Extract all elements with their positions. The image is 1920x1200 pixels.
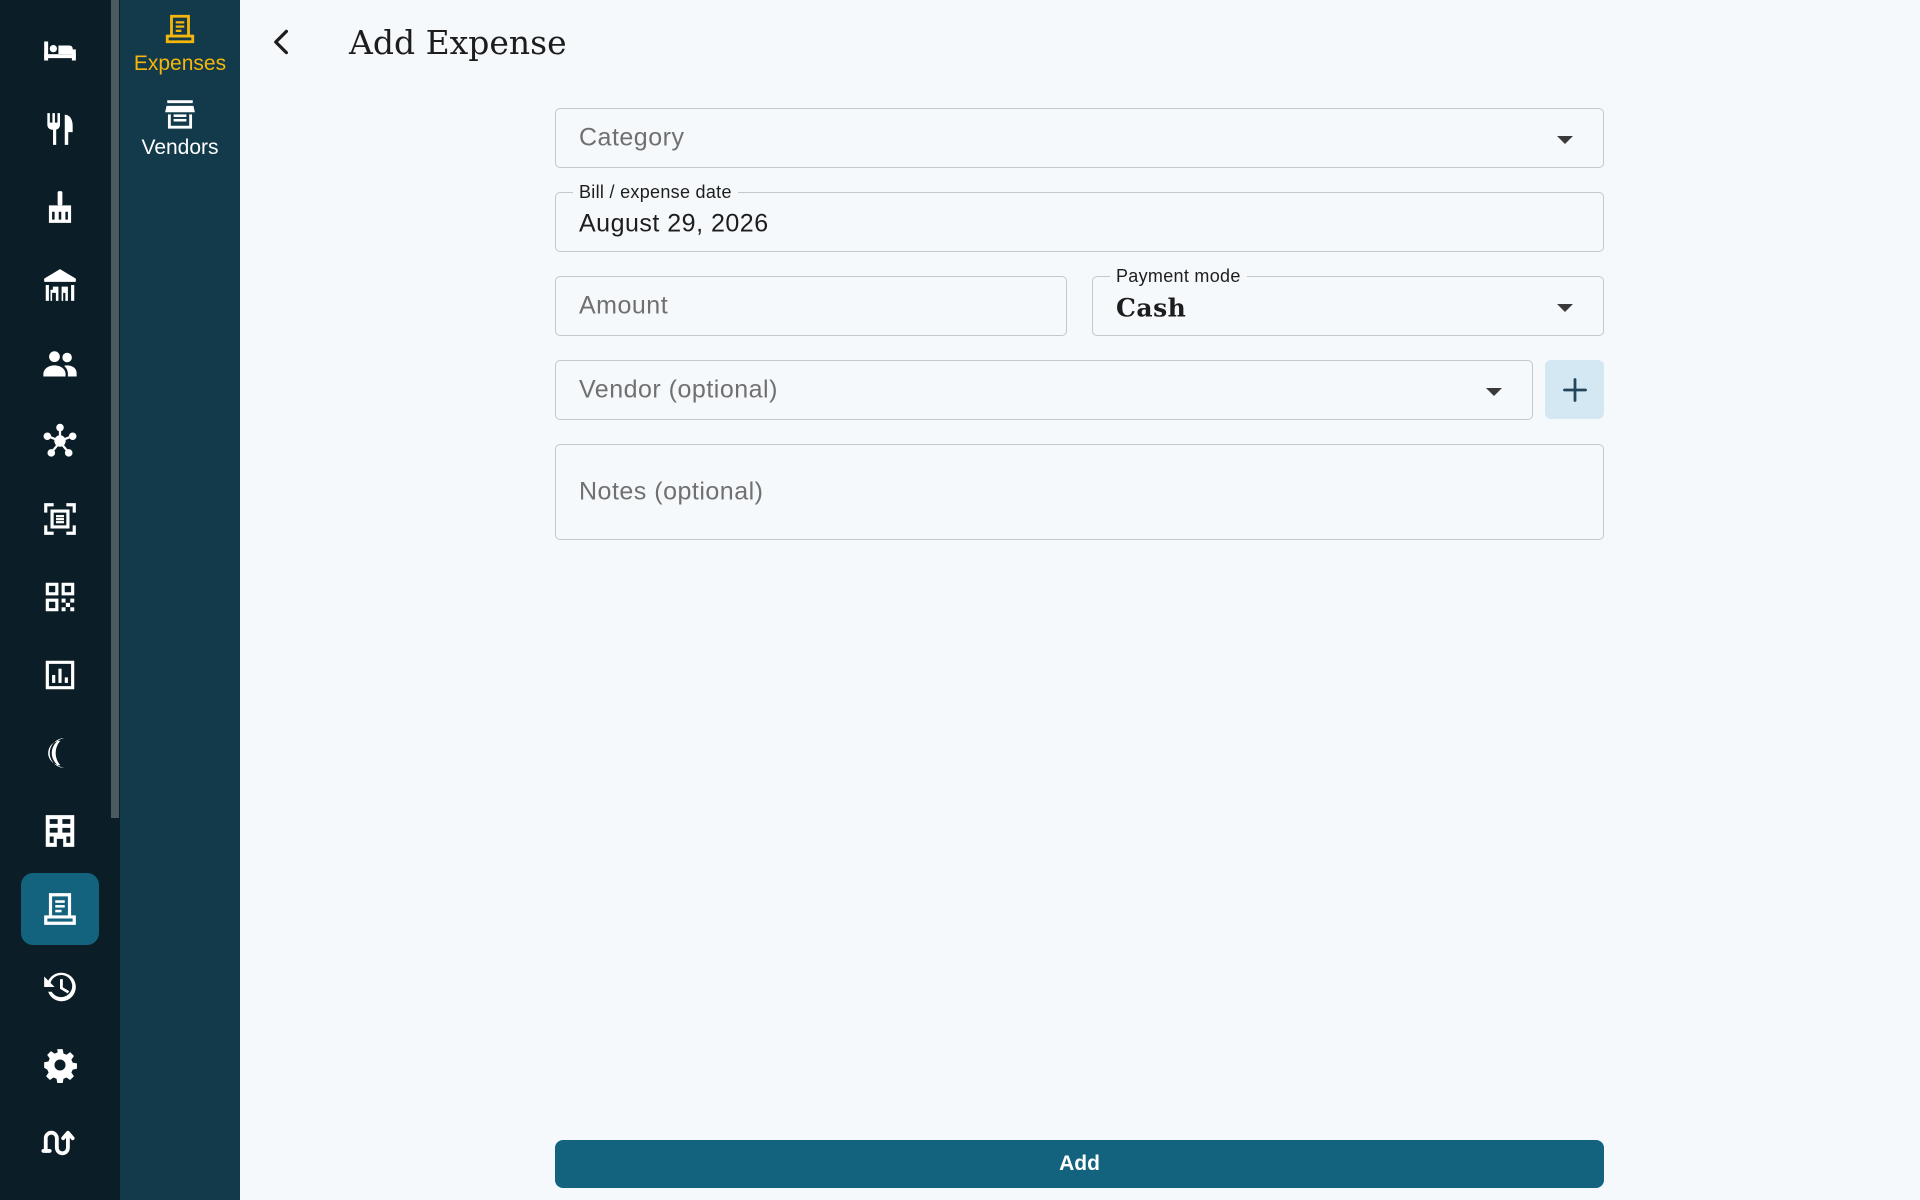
rail-item-history[interactable] xyxy=(21,951,99,1023)
history-icon xyxy=(44,972,76,1002)
rail-item-settings[interactable] xyxy=(21,1029,99,1101)
cleaning-icon xyxy=(48,191,72,223)
bill-date-label: Bill / expense date xyxy=(573,181,738,203)
subnav-item-vendors[interactable]: Vendors xyxy=(120,96,240,161)
category-select[interactable]: Category xyxy=(555,108,1604,168)
rail-scrollbar[interactable] xyxy=(111,0,119,818)
night-audit-icon xyxy=(48,737,65,769)
bill-date-field[interactable]: Bill / expense date August 29, 2026 xyxy=(555,181,1604,252)
chevron-left-icon xyxy=(274,29,288,55)
plus-icon xyxy=(1562,377,1587,402)
payment-mode-select[interactable]: Payment mode Cash xyxy=(1092,265,1604,336)
guests-icon xyxy=(43,351,77,377)
bill-date-value: August 29, 2026 xyxy=(579,209,769,238)
rail-item-property[interactable] xyxy=(21,795,99,867)
store-icon xyxy=(165,100,195,129)
rail-item-rooms[interactable] xyxy=(21,15,99,87)
icon-rail xyxy=(0,0,120,1200)
scan-document-icon xyxy=(44,503,76,535)
add-vendor-button[interactable] xyxy=(1545,360,1604,419)
notes-placeholder: Notes (optional) xyxy=(579,477,764,506)
rail-item-integrations[interactable] xyxy=(21,405,99,477)
receipt-icon xyxy=(165,14,195,44)
payment-mode-label: Payment mode xyxy=(1110,265,1247,287)
qr-code-icon xyxy=(45,582,75,612)
subnav-item-expenses[interactable]: Expenses xyxy=(120,12,240,77)
settings-icon xyxy=(44,1049,77,1084)
category-placeholder: Category xyxy=(579,123,685,152)
rail-item-qr[interactable] xyxy=(21,561,99,633)
banquet-hall-icon xyxy=(44,269,76,301)
page-title: Add Expense xyxy=(349,23,567,62)
rail-item-guests[interactable] xyxy=(21,327,99,399)
payment-mode-value: Cash xyxy=(1116,293,1187,323)
rail-item-housekeeping[interactable] xyxy=(21,171,99,243)
building-icon xyxy=(45,815,75,847)
reports-icon xyxy=(45,660,75,690)
amount-input[interactable]: Amount xyxy=(555,276,1067,336)
rail-item-night-audit[interactable] xyxy=(21,717,99,789)
notes-textarea[interactable]: Notes (optional) xyxy=(555,444,1604,540)
vendor-select[interactable]: Vendor (optional) xyxy=(555,360,1533,420)
chevron-down-icon xyxy=(1557,304,1573,312)
add-button[interactable]: Add xyxy=(555,1140,1604,1188)
sync-icon xyxy=(41,1130,75,1156)
subnav-label: Expenses xyxy=(133,52,227,75)
receipt-icon xyxy=(44,893,76,925)
chevron-down-icon xyxy=(1486,388,1502,396)
rail-item-sync[interactable] xyxy=(21,1107,99,1179)
back-button[interactable] xyxy=(262,22,302,62)
restaurant-icon xyxy=(47,113,73,145)
amount-placeholder: Amount xyxy=(579,291,669,320)
rail-item-expenses[interactable] xyxy=(21,873,99,945)
subnav-label: Vendors xyxy=(141,136,219,159)
chevron-down-icon xyxy=(1557,136,1573,144)
network-icon xyxy=(43,423,77,457)
bed-icon xyxy=(44,41,76,61)
rail-item-reports[interactable] xyxy=(21,639,99,711)
secondary-nav: Expenses Vendors xyxy=(120,0,240,1200)
rail-item-restaurant[interactable] xyxy=(21,93,99,165)
rail-item-banquet[interactable] xyxy=(21,249,99,321)
vendor-placeholder: Vendor (optional) xyxy=(579,375,778,404)
rail-item-scan[interactable] xyxy=(21,483,99,555)
